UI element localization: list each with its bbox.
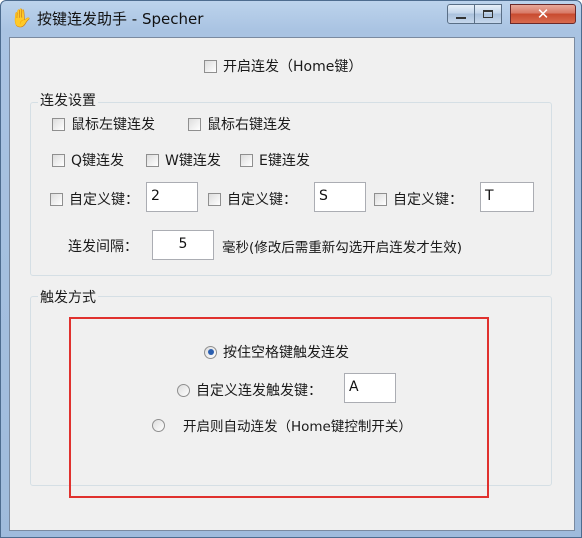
maximize-button[interactable] — [474, 4, 502, 24]
w-key-label: W键连发 — [165, 153, 221, 169]
interval-input[interactable]: 5 — [152, 230, 214, 260]
mouse-right-checkbox[interactable]: 鼠标右键连发 — [188, 114, 291, 134]
custom-key-2-input[interactable]: S — [314, 182, 366, 212]
custom-key-1-label: 自定义键： — [69, 192, 139, 208]
title-bar[interactable]: ✋ 按键连发助手 - Specher ✕ — [1, 1, 581, 37]
custom-key-1-box[interactable] — [50, 192, 63, 206]
custom-key-3-box[interactable] — [374, 192, 387, 206]
mouse-right-box[interactable] — [188, 117, 201, 131]
custom-key-3-input[interactable]: T — [480, 182, 534, 212]
e-key-label: E键连发 — [259, 153, 310, 169]
w-key-checkbox[interactable]: W键连发 — [146, 150, 221, 170]
minimize-button[interactable] — [447, 4, 475, 24]
q-key-checkbox[interactable]: Q键连发 — [52, 150, 124, 170]
custom-key-2-box[interactable] — [208, 192, 221, 206]
custom-key-1-input[interactable]: 2 — [146, 182, 198, 212]
trigger-group-label: 触发方式 — [38, 287, 98, 307]
q-key-label: Q键连发 — [71, 153, 125, 169]
enable-autofire-checkbox[interactable]: 开启连发（Home键） — [204, 56, 362, 76]
e-key-box[interactable] — [240, 153, 253, 167]
app-window: ✋ 按键连发助手 - Specher ✕ 开启连发（Home键） 连发设置 鼠标… — [0, 0, 582, 538]
mouse-left-label: 鼠标左键连发 — [71, 117, 155, 133]
custom-key-3-label: 自定义键： — [393, 192, 463, 208]
custom-key-2-label: 自定义键： — [227, 192, 297, 208]
custom-key-2-checkbox[interactable]: 自定义键： — [208, 189, 297, 209]
client-area: 开启连发（Home键） 连发设置 鼠标左键连发 鼠标右键连发 Q键连发 W键连发… — [9, 37, 575, 531]
window-title: 按键连发助手 - Specher — [37, 10, 204, 28]
interval-label: 连发间隔： — [68, 239, 138, 255]
w-key-box[interactable] — [146, 153, 159, 167]
mouse-left-box[interactable] — [52, 117, 65, 131]
q-key-box[interactable] — [52, 153, 65, 167]
custom-key-3-checkbox[interactable]: 自定义键： — [374, 189, 463, 209]
mouse-left-checkbox[interactable]: 鼠标左键连发 — [52, 114, 155, 134]
custom-key-1-checkbox[interactable]: 自定义键： — [50, 189, 139, 209]
enable-checkbox-box[interactable] — [204, 59, 217, 73]
close-icon: ✕ — [536, 5, 550, 23]
interval-unit-note: 毫秒(修改后需重新勾选开启连发才生效) — [222, 240, 463, 256]
settings-group-label: 连发设置 — [38, 90, 98, 110]
minimize-icon — [456, 17, 466, 19]
e-key-checkbox[interactable]: E键连发 — [240, 150, 310, 170]
maximize-icon — [483, 10, 493, 18]
highlight-frame — [69, 317, 489, 498]
close-button[interactable]: ✕ — [510, 4, 576, 24]
mouse-right-label: 鼠标右键连发 — [207, 117, 291, 133]
enable-label: 开启连发（Home键） — [223, 59, 363, 75]
hand-icon: ✋ — [10, 8, 33, 29]
